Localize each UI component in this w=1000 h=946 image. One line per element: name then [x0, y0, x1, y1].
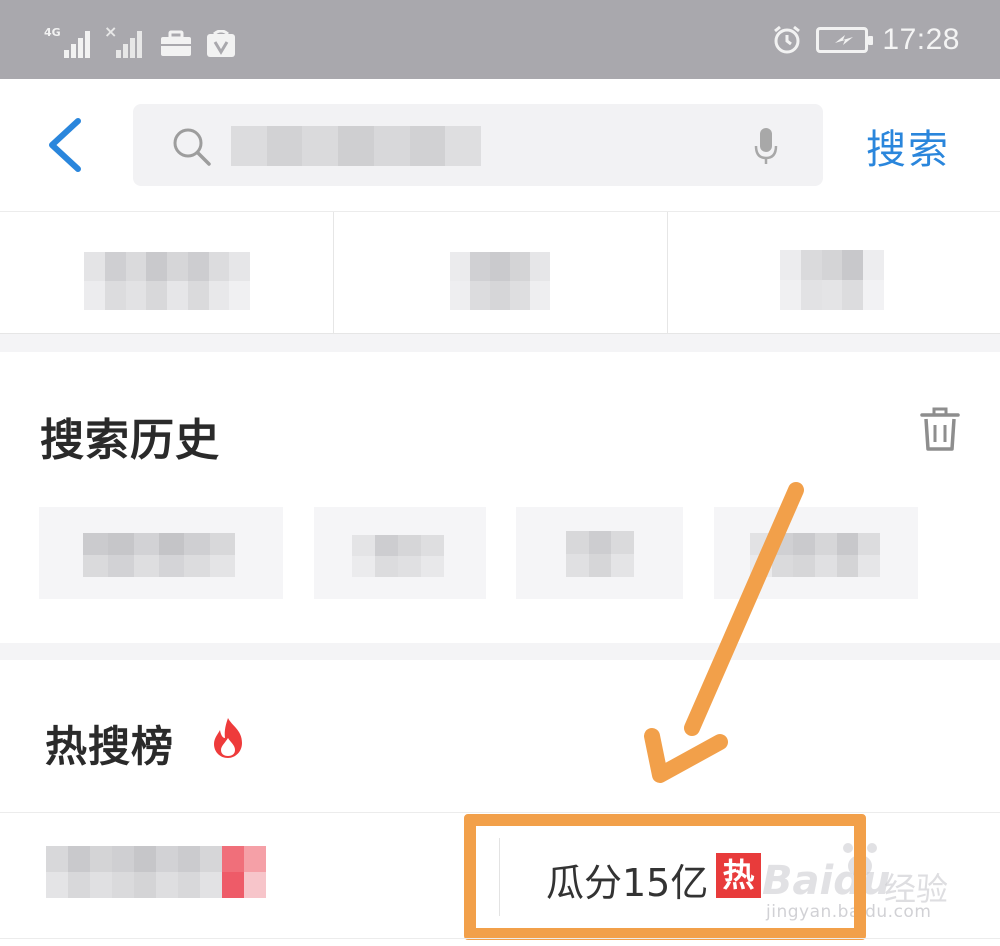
search-button[interactable]: 搜索: [866, 117, 950, 175]
status-time: 17:28: [882, 23, 960, 56]
signal-no-sim-icon: ×: [102, 22, 146, 58]
suggestion-item[interactable]: [0, 212, 333, 334]
search-box[interactable]: [133, 104, 823, 186]
divider: [0, 938, 1000, 939]
history-chip[interactable]: [714, 507, 918, 599]
search-header: 搜索: [0, 79, 1000, 211]
flame-icon: [214, 718, 242, 758]
section-separator: [0, 643, 1000, 660]
huawei-store-icon: [207, 30, 235, 57]
search-query-blurred: [231, 126, 481, 166]
suggestion-item[interactable]: [668, 212, 1000, 334]
trash-icon[interactable]: [920, 406, 960, 452]
history-chip[interactable]: [516, 507, 683, 599]
suggestion-row: [0, 211, 1000, 334]
search-icon: [173, 128, 211, 166]
hot-item-left-blurred[interactable]: [46, 846, 266, 898]
search-history-title: 搜索历史: [40, 415, 220, 466]
status-right-icons: 17:28: [772, 20, 960, 60]
battery-charging-icon: [816, 27, 874, 53]
status-bar: 4G × 17:28: [0, 0, 1000, 79]
briefcase-icon: [161, 30, 191, 56]
highlight-box: [464, 814, 866, 940]
back-arrow-icon[interactable]: [40, 115, 90, 175]
signal-4g-icon: 4G: [44, 26, 90, 58]
history-chip[interactable]: [314, 507, 486, 599]
microphone-icon[interactable]: [753, 126, 779, 166]
divider: [0, 812, 1000, 813]
history-chip[interactable]: [39, 507, 283, 599]
status-left-icons: 4G ×: [44, 22, 236, 58]
section-separator: [0, 334, 1000, 352]
alarm-icon: [774, 25, 801, 54]
suggestion-item[interactable]: [334, 212, 667, 334]
hot-search-title: 热搜榜: [45, 722, 175, 771]
